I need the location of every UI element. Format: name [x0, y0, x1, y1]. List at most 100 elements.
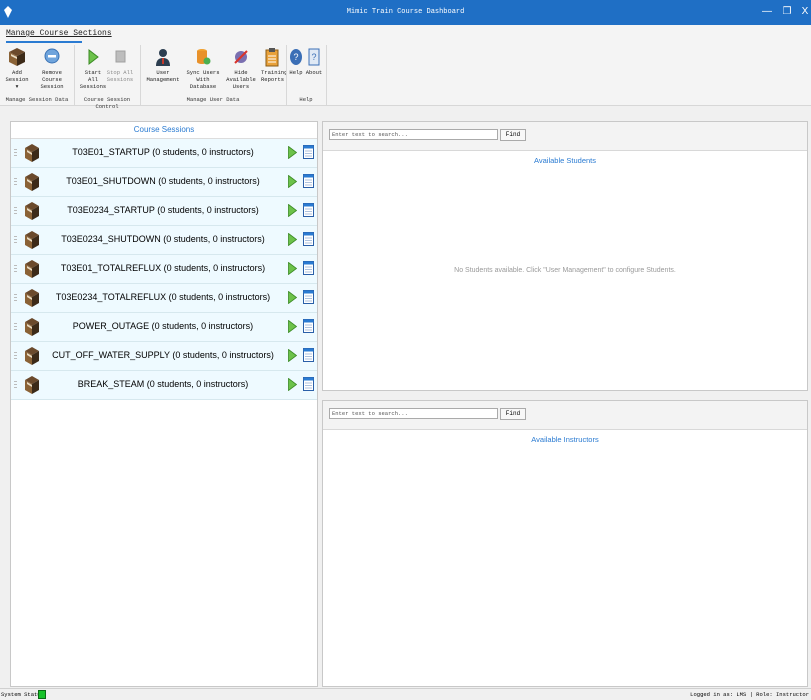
start-all-label-1: Start All	[84, 69, 102, 83]
training-reports-label-2: Reports	[261, 76, 285, 83]
restore-button[interactable]: ❐	[780, 5, 794, 19]
add-session-label: Add Session	[5, 69, 29, 83]
user-management-button[interactable]: User Management	[143, 47, 183, 83]
close-button[interactable]: X	[798, 5, 811, 19]
book-icon	[25, 260, 39, 278]
book-icon	[25, 347, 39, 365]
sync-users-label-1: Sync Users	[186, 69, 220, 76]
user-icon	[156, 49, 170, 66]
book-icon	[9, 48, 25, 66]
svg-text:?: ?	[293, 52, 298, 62]
students-toolbar: Enter text to search... Find	[323, 122, 807, 151]
available-instructors-title: Available Instructors	[531, 435, 599, 444]
session-details-icon[interactable]	[303, 145, 314, 159]
about-label: About	[305, 69, 323, 76]
session-details-icon[interactable]	[303, 174, 314, 188]
start-session-icon[interactable]	[288, 378, 297, 391]
group-label-session-control: Course Session Control	[83, 96, 131, 110]
session-label: BREAK_STEAM (0 students, 0 instructors)	[77, 379, 249, 389]
status-bar: System Status: Logged in as: LMS | Role:…	[0, 688, 811, 700]
sync-users-button[interactable]: Sync Users With Database	[185, 47, 221, 90]
session-label: T03E0234_TOTALREFLUX (0 students, 0 inst…	[55, 292, 271, 302]
drag-handle-icon[interactable]	[14, 323, 17, 331]
instructors-search-input[interactable]: Enter text to search...	[329, 408, 498, 419]
login-info: Logged in as: LMS | Role: Instructor	[690, 691, 809, 698]
training-reports-button[interactable]: Training Reports	[261, 47, 288, 83]
session-details-icon[interactable]	[303, 261, 314, 275]
session-row[interactable]: POWER_OUTAGE (0 students, 0 instructors)	[11, 313, 317, 342]
tab-manage-course-sections[interactable]: Manage Course Sections	[6, 29, 112, 38]
stop-all-label-1: Stop All	[106, 69, 134, 76]
minimize-button[interactable]: —	[760, 5, 774, 19]
available-students-panel: Enter text to search... Find Available S…	[322, 121, 808, 391]
session-details-icon[interactable]	[303, 377, 314, 391]
session-details-icon[interactable]	[303, 232, 314, 246]
drag-handle-icon[interactable]	[14, 178, 17, 186]
clipboard-icon	[265, 48, 279, 67]
drag-handle-icon[interactable]	[14, 265, 17, 273]
instructors-find-button[interactable]: Find	[500, 408, 526, 420]
session-details-icon[interactable]	[303, 348, 314, 362]
session-row[interactable]: CUT_OFF_WATER_SUPPLY (0 students, 0 inst…	[11, 342, 317, 371]
instructors-toolbar: Enter text to search... Find	[323, 401, 807, 430]
start-session-icon[interactable]	[288, 175, 297, 188]
start-session-icon[interactable]	[288, 320, 297, 333]
session-details-icon[interactable]	[303, 319, 314, 333]
about-button[interactable]: ? About	[305, 47, 323, 76]
drag-handle-icon[interactable]	[14, 207, 17, 215]
session-details-icon[interactable]	[303, 290, 314, 304]
hide-users-label-1: Hide Available	[226, 69, 256, 83]
session-row[interactable]: T03E01_TOTALREFLUX (0 students, 0 instru…	[11, 255, 317, 284]
course-sessions-header: Course Sessions	[11, 122, 317, 139]
window-title: Mimic Train Course Dashboard	[346, 8, 465, 16]
drag-handle-icon[interactable]	[14, 381, 17, 389]
drag-handle-icon[interactable]	[14, 236, 17, 244]
help-button[interactable]: ? Help	[288, 47, 304, 76]
help-icon: ?	[290, 49, 302, 65]
tab-underline	[6, 41, 82, 43]
session-row[interactable]: T03E0234_STARTUP (0 students, 0 instruct…	[11, 197, 317, 226]
students-search-input[interactable]: Enter text to search...	[329, 129, 498, 140]
start-session-icon[interactable]	[288, 204, 297, 217]
drag-handle-icon[interactable]	[14, 352, 17, 360]
session-label: POWER_OUTAGE (0 students, 0 instructors)	[72, 321, 254, 331]
session-row[interactable]: BREAK_STEAM (0 students, 0 instructors)	[11, 371, 317, 400]
start-session-icon[interactable]	[288, 146, 297, 159]
status-indicator	[38, 690, 46, 699]
start-session-icon[interactable]	[288, 349, 297, 362]
session-row[interactable]: T03E01_SHUTDOWN (0 students, 0 instructo…	[11, 168, 317, 197]
start-session-icon[interactable]	[288, 233, 297, 246]
chevron-down-icon: ▾	[15, 83, 19, 90]
database-sync-icon	[197, 49, 211, 65]
group-separator	[326, 45, 327, 105]
hide-available-users-button[interactable]: Hide Available Users	[222, 47, 260, 90]
students-empty-message: No Students available. Click "User Manag…	[454, 267, 676, 274]
session-label: T03E01_STARTUP (0 students, 0 instructor…	[72, 147, 254, 157]
drag-handle-icon[interactable]	[14, 294, 17, 302]
students-find-button[interactable]: Find	[500, 129, 526, 141]
session-row[interactable]: T03E01_STARTUP (0 students, 0 instructor…	[11, 139, 317, 168]
svg-text:?: ?	[311, 52, 316, 62]
help-label: Help	[289, 69, 303, 76]
start-all-sessions-button[interactable]: Start All Sessions	[79, 47, 107, 90]
available-instructors-panel: Enter text to search... Find Available I…	[322, 400, 808, 687]
book-icon	[25, 231, 39, 249]
start-session-icon[interactable]	[288, 291, 297, 304]
group-label-session-data: Manage Session Data	[5, 96, 69, 103]
start-session-icon[interactable]	[288, 262, 297, 275]
session-row[interactable]: T03E0234_TOTALREFLUX (0 students, 0 inst…	[11, 284, 317, 313]
title-bar: Mimic Train Course Dashboard — ❐ X	[0, 0, 811, 25]
hide-users-icon	[234, 50, 248, 64]
stop-all-sessions-button[interactable]: Stop All Sessions	[106, 47, 134, 83]
hide-users-label-2: Users	[232, 83, 250, 90]
add-session-button[interactable]: Add Session ▾	[2, 47, 32, 90]
book-icon	[25, 173, 39, 191]
drag-handle-icon[interactable]	[14, 149, 17, 157]
session-row[interactable]: T03E0234_SHUTDOWN (0 students, 0 instruc…	[11, 226, 317, 255]
session-details-icon[interactable]	[303, 203, 314, 217]
play-icon	[88, 48, 99, 66]
remove-session-button[interactable]: Remove Course Session	[33, 47, 71, 90]
training-reports-label-1: Training	[261, 69, 288, 76]
course-sessions-panel: Course Sessions T03E01_STARTUP (0 studen…	[10, 121, 318, 687]
book-icon	[25, 289, 39, 307]
